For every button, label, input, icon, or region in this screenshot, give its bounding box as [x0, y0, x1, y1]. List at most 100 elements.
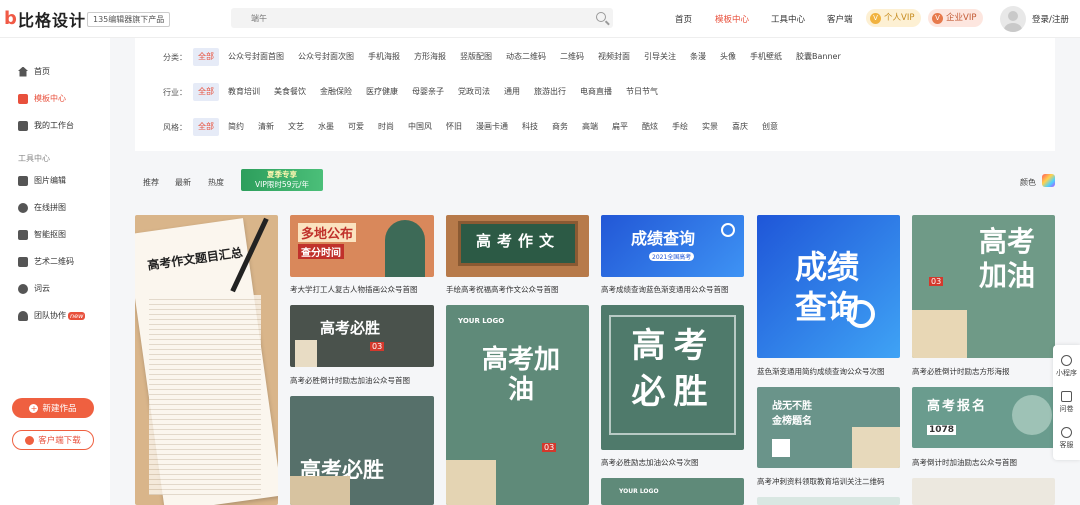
- sidebar-item-art-qr[interactable]: 艺术二维码: [18, 256, 74, 267]
- search-icon[interactable]: [596, 12, 606, 22]
- card-subtitle: 金榜题名: [772, 416, 812, 427]
- site-logo[interactable]: b 比格设计: [4, 7, 86, 31]
- sidebar-item-image-edit[interactable]: 图片编辑: [18, 175, 66, 186]
- industry-chip[interactable]: 电商直播: [575, 83, 617, 101]
- personal-vip-button[interactable]: V 个人VIP: [866, 9, 922, 27]
- nav-templates[interactable]: 模板中心: [715, 13, 749, 25]
- style-chip[interactable]: 简约: [223, 118, 249, 136]
- category-chip[interactable]: 手机海报: [363, 48, 405, 66]
- style-chip[interactable]: 高端: [577, 118, 603, 136]
- style-chip[interactable]: 时尚: [373, 118, 399, 136]
- sidebar-item-collage[interactable]: 在线拼图: [18, 202, 66, 213]
- home-icon: [18, 66, 28, 77]
- template-card[interactable]: 高考必胜: [601, 305, 744, 450]
- sort-latest[interactable]: 最新: [175, 177, 191, 188]
- style-chip[interactable]: 酷炫: [637, 118, 663, 136]
- survey-button[interactable]: 问卷: [1053, 391, 1080, 414]
- book-stack: [446, 460, 496, 505]
- style-chip[interactable]: 喜庆: [727, 118, 753, 136]
- vip-promo-banner[interactable]: 夏季专享 VIP限时59元/年: [241, 169, 323, 191]
- industry-chip[interactable]: 母婴亲子: [407, 83, 449, 101]
- category-chip[interactable]: 全部: [193, 48, 219, 66]
- template-card[interactable]: 高考必胜: [290, 396, 434, 505]
- login-link[interactable]: 登录/注册: [1032, 13, 1069, 25]
- style-chip[interactable]: 商务: [547, 118, 573, 136]
- color-picker-icon[interactable]: [1042, 174, 1055, 187]
- avatar[interactable]: [1000, 6, 1026, 32]
- style-chip[interactable]: 怀旧: [441, 118, 467, 136]
- template-card[interactable]: 成绩查询 2021全国高考: [601, 215, 744, 277]
- industry-chip[interactable]: 教育培训: [223, 83, 265, 101]
- industry-chip[interactable]: 金融保险: [315, 83, 357, 101]
- card-caption: 手绘高考祝福高考作文公众号首图: [446, 285, 559, 294]
- style-chip[interactable]: 扁平: [607, 118, 633, 136]
- industry-chip[interactable]: 医疗健康: [361, 83, 403, 101]
- nav-client[interactable]: 客户端: [827, 13, 853, 25]
- category-chip[interactable]: 公众号封面次图: [293, 48, 359, 66]
- style-chip[interactable]: 科技: [517, 118, 543, 136]
- category-chip[interactable]: 手机壁纸: [745, 48, 787, 66]
- customer-service-button[interactable]: 客服: [1053, 427, 1080, 450]
- mini-program-button[interactable]: 小程序: [1053, 355, 1080, 378]
- sidebar-item-team[interactable]: 团队协作 new: [18, 310, 86, 321]
- style-chip[interactable]: 中国风: [403, 118, 437, 136]
- style-chip[interactable]: 水墨: [313, 118, 339, 136]
- client-download-button[interactable]: 客户端下载: [12, 430, 94, 450]
- template-card[interactable]: YOUR LOGO: [601, 478, 744, 505]
- sort-popular[interactable]: 热度: [208, 177, 224, 188]
- survey-label: 问卷: [1059, 405, 1074, 413]
- category-chip[interactable]: 引导关注: [639, 48, 681, 66]
- style-chip[interactable]: 实景: [697, 118, 723, 136]
- style-chip[interactable]: 全部: [193, 118, 219, 136]
- style-chip[interactable]: 创意: [757, 118, 783, 136]
- style-chip[interactable]: 漫画卡通: [471, 118, 513, 136]
- search-input[interactable]: 端午: [251, 13, 267, 24]
- sidebar-item-workspace[interactable]: 我的工作台: [18, 120, 74, 131]
- industry-chip[interactable]: 党政司法: [453, 83, 495, 101]
- category-chip[interactable]: 竖版配图: [455, 48, 497, 66]
- style-chip[interactable]: 手绘: [667, 118, 693, 136]
- tools-section-title: 工具中心: [18, 154, 50, 163]
- template-card[interactable]: 多地公布 查分时间: [290, 215, 434, 277]
- template-card[interactable]: 高考必胜 03: [290, 305, 434, 367]
- style-chip[interactable]: 文艺: [283, 118, 309, 136]
- template-card[interactable]: 高考作文题目汇总: [135, 215, 278, 505]
- category-chip[interactable]: 头像: [715, 48, 741, 66]
- category-chip[interactable]: 公众号封面首图: [223, 48, 289, 66]
- mini-program-icon: [1061, 355, 1072, 366]
- reader-figure: [385, 220, 425, 277]
- category-chip[interactable]: 动态二维码: [501, 48, 551, 66]
- category-chip[interactable]: 方形海报: [409, 48, 451, 66]
- sidebar-item-word-cloud[interactable]: 词云: [18, 283, 50, 294]
- template-card[interactable]: 成绩查询: [757, 215, 900, 358]
- sidebar-item-home[interactable]: 首页: [18, 66, 50, 77]
- create-work-button[interactable]: + 新建作品: [12, 398, 94, 418]
- template-card[interactable]: 高考报名 1078: [912, 387, 1055, 448]
- nav-tools[interactable]: 工具中心: [771, 13, 805, 25]
- search-bar[interactable]: 端午: [231, 8, 613, 28]
- template-card[interactable]: [757, 497, 900, 505]
- enterprise-vip-button[interactable]: V 企业VIP: [928, 9, 984, 27]
- category-filter-row: 分类： 全部 公众号封面首图 公众号封面次图 手机海报 方形海报 竖版配图 动态二维码 二维码…: [163, 48, 850, 66]
- template-card[interactable]: YOUR LOGO 高考加油 03: [446, 305, 589, 505]
- industry-chip[interactable]: 美食餐饮: [269, 83, 311, 101]
- category-chip[interactable]: 条漫: [685, 48, 711, 66]
- style-chip[interactable]: 可爱: [343, 118, 369, 136]
- template-card[interactable]: 高考作文: [446, 215, 589, 277]
- style-chip[interactable]: 清新: [253, 118, 279, 136]
- sidebar-item-cutout[interactable]: 智能抠图: [18, 229, 66, 240]
- industry-chip[interactable]: 全部: [193, 83, 219, 101]
- nav-home[interactable]: 首页: [675, 13, 692, 25]
- sort-recommended[interactable]: 推荐: [143, 177, 159, 188]
- template-card[interactable]: 高考加油 03: [912, 215, 1055, 358]
- category-chip[interactable]: 视频封面: [593, 48, 635, 66]
- industry-chip[interactable]: 节日节气: [621, 83, 663, 101]
- template-card[interactable]: 战无不胜 金榜题名: [757, 387, 900, 468]
- category-chip[interactable]: 二维码: [555, 48, 589, 66]
- template-card[interactable]: [912, 478, 1055, 505]
- industry-chip[interactable]: 旅游出行: [529, 83, 571, 101]
- industry-chip[interactable]: 通用: [499, 83, 525, 101]
- sidebar-item-templates[interactable]: 模板中心: [18, 93, 66, 104]
- category-chip[interactable]: 胶囊Banner: [791, 48, 846, 66]
- card-title-block: 多地公布 查分时间: [298, 223, 388, 267]
